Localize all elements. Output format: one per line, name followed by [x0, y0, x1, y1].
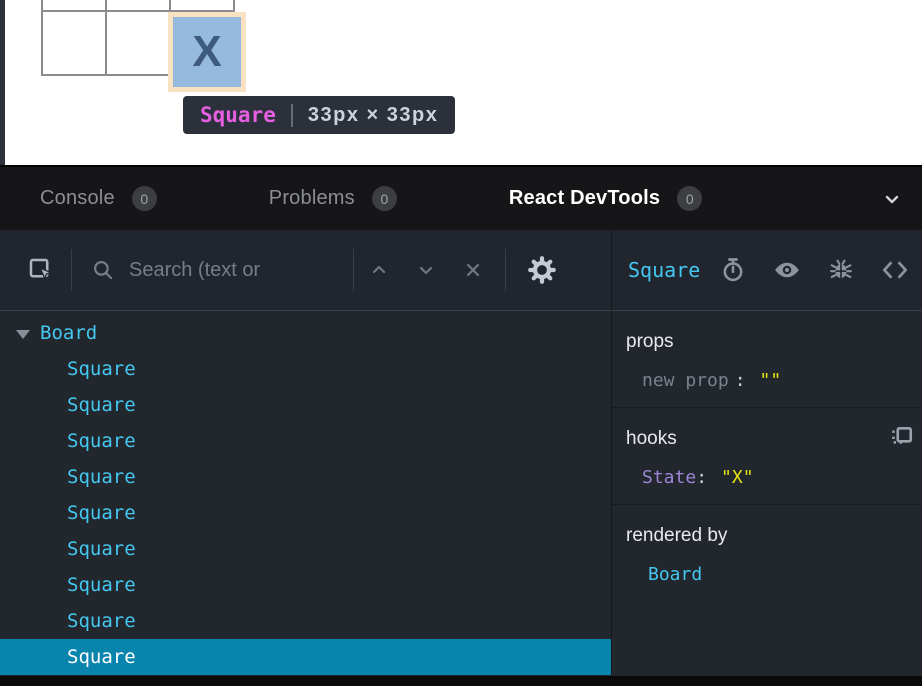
tree-item-square[interactable]: Square [0, 387, 611, 423]
key-value-separator: : [696, 467, 707, 488]
props-section: props new prop : "" [612, 311, 922, 408]
rendered-by-section: rendered by Board [612, 505, 922, 601]
settings-button[interactable] [527, 255, 557, 285]
tree-item-square[interactable]: Square [0, 603, 611, 639]
search-input[interactable] [129, 259, 353, 282]
inspect-dom-button[interactable] [772, 255, 802, 285]
stopwatch-icon [719, 256, 747, 284]
window-edge [0, 0, 5, 165]
board-cell-mark: X [173, 17, 241, 87]
hook-name: State [642, 467, 696, 488]
chevron-down-icon [880, 187, 904, 211]
tree-item-square[interactable]: Square [0, 531, 611, 567]
parse-hooks-icon [888, 424, 914, 450]
rendered-by-row: Board [626, 564, 922, 585]
component-details-panel: props new prop : "" hooks State: "X [612, 311, 922, 676]
key-value-separator: : [735, 370, 746, 391]
clear-search-button[interactable] [461, 258, 485, 282]
gear-icon [527, 255, 557, 285]
toolbar-divider [71, 249, 72, 291]
devtools-toolbar: Square [0, 230, 922, 311]
devtools-window: X Square 33px × 33px Console 0 Problems … [0, 0, 922, 686]
hook-state-row[interactable]: State: "X" [626, 467, 922, 488]
code-brackets-icon [880, 255, 910, 285]
component-tree: Board SquareSquareSquareSquareSquareSqua… [0, 311, 612, 676]
chevron-up-icon [367, 258, 391, 282]
close-icon [461, 258, 485, 282]
debug-component-button[interactable] [827, 256, 855, 284]
tree-item-square[interactable]: Square [0, 639, 611, 675]
toolbar-divider [505, 249, 506, 291]
hooks-section: hooks State: "X" [612, 408, 922, 505]
inspect-element-icon [26, 255, 56, 285]
tab-react-devtools-badge: 0 [677, 186, 702, 211]
eye-icon [772, 255, 802, 285]
tree-item-square[interactable]: Square [0, 567, 611, 603]
new-prop-row[interactable]: new prop : "" [626, 370, 922, 391]
tree-item-square[interactable]: Square [0, 459, 611, 495]
tree-item-square[interactable]: Square [0, 495, 611, 531]
caret-down-icon[interactable] [16, 330, 30, 339]
board-cell[interactable] [170, 0, 234, 11]
tab-problems-label: Problems [269, 187, 355, 210]
rendered-by-link[interactable]: Board [648, 564, 702, 585]
selected-component-name: Square [628, 258, 700, 282]
rendered-by-title: rendered by [626, 525, 922, 547]
new-prop-key-input[interactable]: new prop [642, 370, 729, 391]
tab-console-badge: 0 [132, 186, 157, 211]
previous-result-button[interactable] [367, 258, 391, 282]
tab-react-devtools[interactable]: React DevTools 0 [509, 186, 702, 211]
board-cell[interactable] [42, 0, 106, 11]
inspect-highlight-overlay: X [168, 12, 246, 92]
search-icon-wrap [90, 257, 116, 283]
tooltip-component-name: Square [200, 103, 276, 127]
tab-react-devtools-label: React DevTools [509, 187, 660, 210]
selected-component-header: Square [612, 230, 922, 311]
props-section-title: props [626, 331, 922, 353]
tooltip-dimensions: 33px × 33px [308, 104, 438, 127]
new-prop-value-input[interactable]: "" [760, 370, 782, 391]
window-bottom-edge [0, 676, 922, 686]
element-dimensions-tooltip: Square 33px × 33px [183, 96, 455, 134]
hooks-section-title: hooks [626, 428, 922, 450]
inspect-element-button[interactable] [26, 255, 56, 285]
inspected-page-area: X Square 33px × 33px [0, 0, 922, 165]
chevron-down-icon [414, 258, 438, 282]
component-actions [719, 255, 912, 285]
react-devtools-content: Board SquareSquareSquareSquareSquareSqua… [0, 311, 922, 676]
next-result-button[interactable] [414, 258, 438, 282]
toolbar-divider [353, 249, 354, 291]
bug-icon [827, 256, 855, 284]
tab-problems-badge: 0 [372, 186, 397, 211]
component-tree-children: SquareSquareSquareSquareSquareSquareSqua… [0, 351, 611, 675]
tooltip-divider [291, 104, 293, 127]
tab-console-label: Console [40, 187, 115, 210]
tree-toolbar [0, 230, 612, 311]
search-icon [90, 257, 116, 283]
drawer-tab-bar: Console 0 Problems 0 React DevTools 0 [0, 165, 922, 230]
collapse-drawer-button[interactable] [880, 187, 904, 211]
tree-item-square[interactable]: Square [0, 351, 611, 387]
parse-hook-names-button[interactable] [888, 424, 914, 450]
tab-problems[interactable]: Problems 0 [269, 186, 397, 211]
tree-item-board[interactable]: Board [0, 315, 611, 351]
tab-console[interactable]: Console 0 [40, 186, 157, 211]
tree-item-label: Board [40, 322, 97, 344]
board-cell[interactable] [106, 0, 170, 11]
hook-value[interactable]: "X" [721, 467, 754, 488]
tree-item-square[interactable]: Square [0, 423, 611, 459]
board-cell[interactable] [106, 11, 170, 75]
log-timing-button[interactable] [719, 256, 747, 284]
view-source-button[interactable] [880, 255, 910, 285]
board-cell[interactable] [42, 11, 106, 75]
